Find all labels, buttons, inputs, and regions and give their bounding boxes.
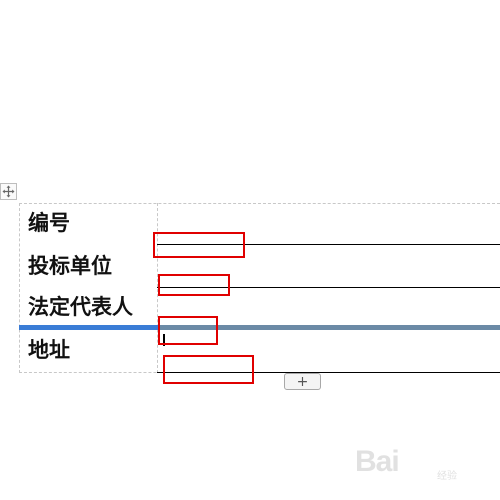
row-label-address: 地址 [28, 338, 70, 362]
add-row-button[interactable]: + [284, 373, 321, 390]
move-arrows-icon [2, 185, 15, 198]
highlight-box-representative [158, 316, 218, 345]
highlight-box-address [163, 355, 254, 384]
selection-left [19, 325, 158, 330]
row-label-bidder: 投标单位 [28, 254, 112, 278]
row-label-number: 编号 [28, 211, 70, 235]
table-move-handle[interactable] [0, 183, 17, 200]
table [19, 203, 500, 373]
row-selection-bar [19, 325, 500, 330]
highlight-box-bidder [158, 274, 230, 296]
watermark-logo: Bai [355, 445, 400, 478]
row-label-legal-representative: 法定代表人 [28, 295, 133, 319]
watermark: Bai 经验 [355, 445, 500, 490]
watermark-sub: 经验 [437, 471, 457, 482]
highlight-box-number [153, 232, 245, 258]
